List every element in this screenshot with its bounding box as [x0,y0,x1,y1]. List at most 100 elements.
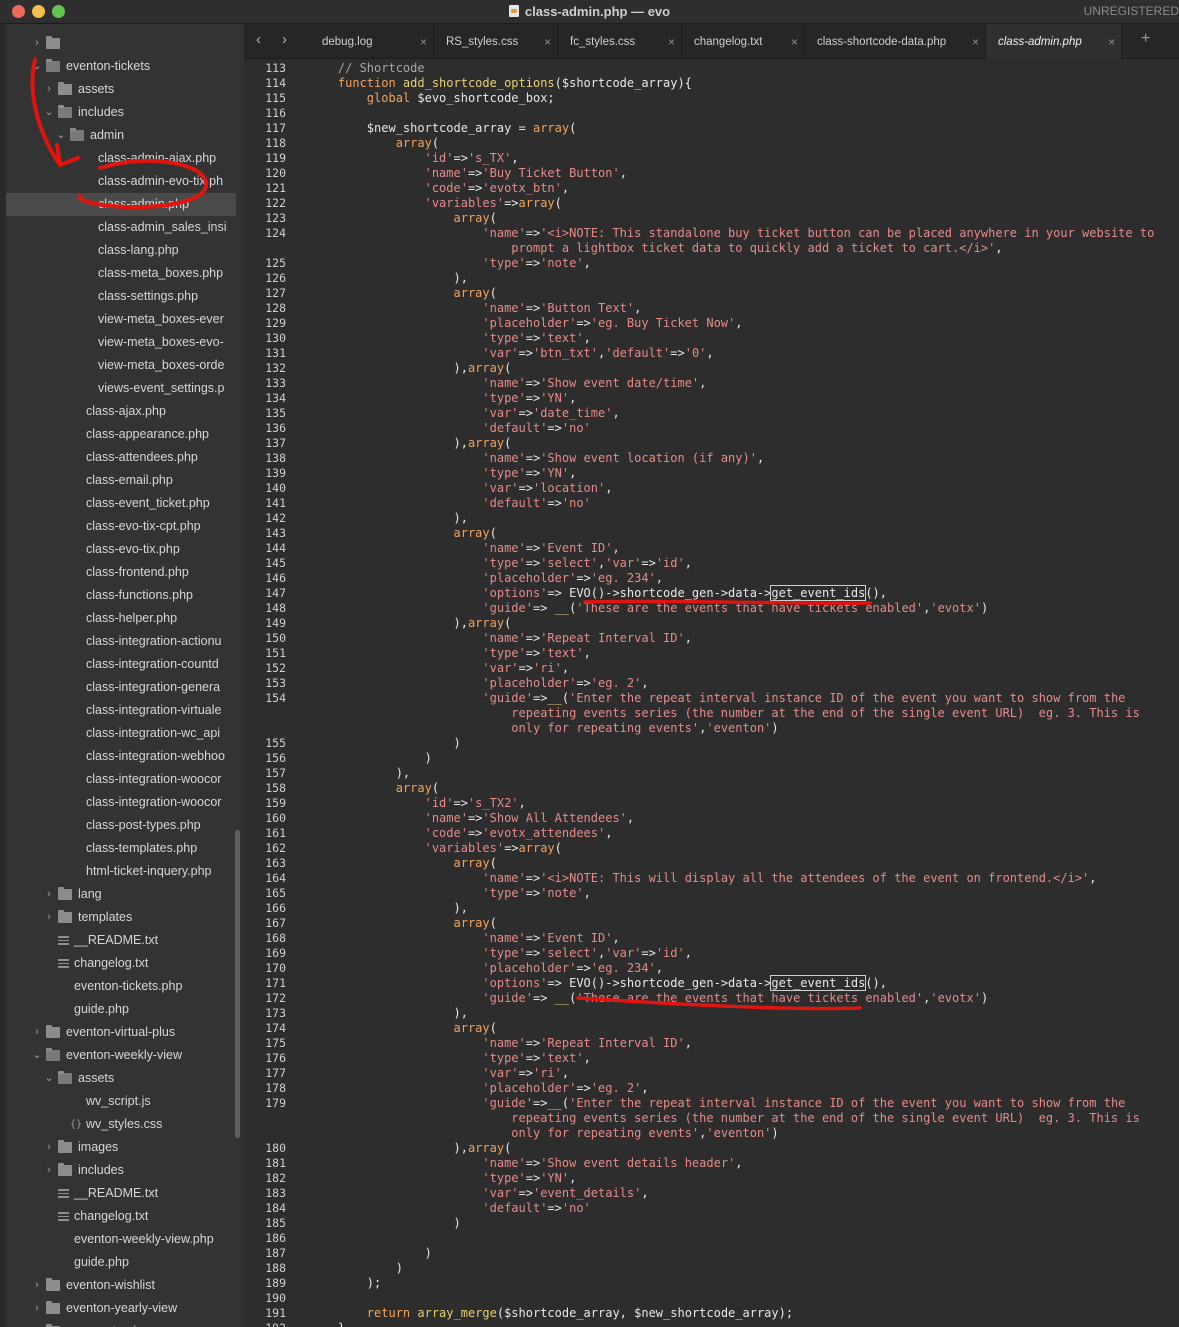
code-line[interactable]: repeating events series (the number at t… [244,706,1179,721]
chevron-right-icon[interactable]: › [32,32,42,55]
chevron-right-icon[interactable]: › [32,1274,42,1297]
tab-close-icon[interactable]: × [1108,24,1115,60]
code-line[interactable]: 148 'guide'=> __('These are the events t… [244,601,1179,616]
chevron-right-icon[interactable]: › [44,78,54,101]
sidebar-file[interactable]: class-integration-woocor [0,791,236,814]
sidebar-folder[interactable]: ⌄ includes [0,101,236,124]
code-line[interactable]: 182 'type'=>'YN', [244,1171,1179,1186]
code-line[interactable]: 117 $new_shortcode_array = array( [244,121,1179,136]
code-line[interactable]: 189 ); [244,1276,1179,1291]
code-line[interactable]: 114 function add_shortcode_options($shor… [244,76,1179,91]
tab-forward-button[interactable]: › [282,31,287,48]
sidebar-file[interactable]: class-attendees.php [0,446,236,469]
tab-class-admin-php[interactable]: class-admin.php × [986,24,1122,59]
code-line[interactable]: 151 'type'=>'text', [244,646,1179,661]
new-tab-button[interactable]: + [1141,30,1150,48]
code-line[interactable]: 154 'guide'=>__('Enter the repeat interv… [244,691,1179,706]
code-line[interactable]: 138 'name'=>'Show event location (if any… [244,451,1179,466]
code-line[interactable]: 180 ),array( [244,1141,1179,1156]
code-line[interactable]: 185 ) [244,1216,1179,1231]
code-line[interactable]: 164 'name'=>'<i>NOTE: This will display … [244,871,1179,886]
code-line[interactable]: 156 ) [244,751,1179,766]
sidebar-file[interactable]: __README.txt [0,1182,236,1205]
tab-class-shortcode-data-php[interactable]: class-shortcode-data.php × [805,24,986,59]
sidebar-file[interactable]: html-ticket-inquery.php [0,860,236,883]
code-line[interactable]: 184 'default'=>'no' [244,1201,1179,1216]
sidebar-file[interactable]: class-evo-tix-cpt.php [0,515,236,538]
sidebar-file[interactable]: eventon-tickets.php [0,975,236,998]
code-line[interactable]: 181 'name'=>'Show event details header', [244,1156,1179,1171]
code-line[interactable]: 149 ),array( [244,616,1179,631]
sidebar-file[interactable]: view-meta_boxes-evo- [0,331,236,354]
chevron-down-icon[interactable]: ⌄ [44,1067,54,1090]
sidebar-file[interactable]: wv_script.js [0,1090,236,1113]
code-line[interactable]: 165 'type'=>'note', [244,886,1179,901]
sidebar-file[interactable]: changelog.txt [0,952,236,975]
code-line[interactable]: 183 'var'=>'event_details', [244,1186,1179,1201]
sidebar-folder[interactable]: › evo_customizer [0,1320,236,1327]
code-line[interactable]: 129 'placeholder'=>'eg. Buy Ticket Now', [244,316,1179,331]
code-line[interactable]: 174 array( [244,1021,1179,1036]
code-line[interactable]: prompt a lightbox ticket data to quickly… [244,241,1179,256]
sidebar-folder[interactable]: ⌄ assets [0,1067,236,1090]
sidebar-file[interactable]: class-ajax.php [0,400,236,423]
code-line[interactable]: 172 'guide'=> __('These are the events t… [244,991,1179,1006]
code-line[interactable]: 186 [244,1231,1179,1246]
code-line[interactable]: 152 'var'=>'ri', [244,661,1179,676]
code-line[interactable]: 127 array( [244,286,1179,301]
code-line[interactable]: 121 'code'=>'evotx_btn', [244,181,1179,196]
chevron-down-icon[interactable]: ⌄ [56,124,66,147]
sidebar-file[interactable]: class-email.php [0,469,236,492]
code-line[interactable]: 131 'var'=>'btn_txt','default'=>'0', [244,346,1179,361]
sidebar-file[interactable]: class-appearance.php [0,423,236,446]
code-line[interactable]: 119 'id'=>'s_TX', [244,151,1179,166]
tab-rs-styles-css[interactable]: RS_styles.css × [434,24,558,59]
code-line[interactable]: 141 'default'=>'no' [244,496,1179,511]
chevron-right-icon[interactable]: › [32,1021,42,1044]
sidebar-file[interactable]: __README.txt [0,929,236,952]
chevron-right-icon[interactable]: › [44,906,54,929]
code-line[interactable]: 190 [244,1291,1179,1306]
code-line[interactable]: only for repeating events','eventon') [244,1126,1179,1141]
code-line[interactable]: 116 [244,106,1179,121]
tab-close-icon[interactable]: × [791,24,798,60]
code-line[interactable]: 115 global $evo_shortcode_box; [244,91,1179,106]
code-line[interactable]: 147 'options'=> EVO()->shortcode_gen->da… [244,585,1179,601]
sidebar-file[interactable]: class-admin_sales_insi [0,216,236,239]
sidebar-folder[interactable]: ⌄ eventon-tickets [0,55,236,78]
code-line[interactable]: 137 ),array( [244,436,1179,451]
code-line[interactable]: 170 'placeholder'=>'eg. 234', [244,961,1179,976]
code-line[interactable]: 126 ), [244,271,1179,286]
chevron-right-icon[interactable]: › [44,1136,54,1159]
tab-close-icon[interactable]: × [668,24,675,60]
code-line[interactable]: 113 // Shortcode [244,61,1179,76]
code-line[interactable]: 143 array( [244,526,1179,541]
sidebar-scrollbar[interactable] [235,830,240,1138]
sidebar-file[interactable]: class-integration-woocor [0,768,236,791]
sidebar-folder[interactable]: › includes [0,1159,236,1182]
sidebar-file[interactable]: class-integration-wc_api [0,722,236,745]
code-editor[interactable]: 113 // Shortcode 114 function add_shortco… [244,59,1179,1327]
chevron-down-icon[interactable]: ⌄ [32,55,42,78]
code-line[interactable]: 144 'name'=>'Event ID', [244,541,1179,556]
code-line[interactable]: 162 'variables'=>array( [244,841,1179,856]
sidebar-folder[interactable]: › eventon-wishlist [0,1274,236,1297]
sidebar-folder[interactable]: › lang [0,883,236,906]
code-line[interactable]: 173 ), [244,1006,1179,1021]
sidebar-file[interactable]: class-post-types.php [0,814,236,837]
code-line[interactable]: 179 'guide'=>__('Enter the repeat interv… [244,1096,1179,1111]
code-line[interactable]: 153 'placeholder'=>'eg. 2', [244,676,1179,691]
sidebar-file[interactable]: view-meta_boxes-ever [0,308,236,331]
code-line[interactable]: 130 'type'=>'text', [244,331,1179,346]
code-line[interactable]: 123 array( [244,211,1179,226]
sidebar-folder[interactable]: › templates [0,906,236,929]
sidebar-file[interactable]: class-event_ticket.php [0,492,236,515]
code-line[interactable]: 163 array( [244,856,1179,871]
sidebar-file[interactable]: guide.php [0,998,236,1021]
sidebar-folder[interactable]: ⌄ eventon-weekly-view [0,1044,236,1067]
code-line[interactable]: 168 'name'=>'Event ID', [244,931,1179,946]
code-line[interactable]: 133 'name'=>'Show event date/time', [244,376,1179,391]
chevron-right-icon[interactable]: › [32,1320,42,1327]
code-line[interactable]: 155 ) [244,736,1179,751]
chevron-right-icon[interactable]: › [44,883,54,906]
